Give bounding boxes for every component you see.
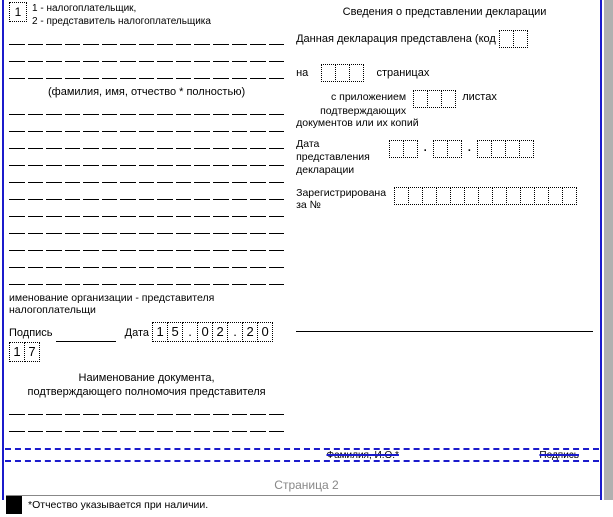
fio-caption: (фамилия, имя, отчество * полностью) xyxy=(9,86,284,98)
pages-row: на страницах xyxy=(296,64,593,82)
page-number: Страница 2 xyxy=(0,478,613,492)
footnote-bar: * Отчество указывается при наличии. xyxy=(6,495,600,513)
registration-row: Зарегистрирована за № xyxy=(296,187,593,211)
submitted-row: Данная декларация представлена (код xyxy=(296,30,593,48)
right-column: Сведения о представлении декларации Данн… xyxy=(290,0,599,470)
doc-title: Наименование документа, xyxy=(9,372,284,384)
declaration-date-row: Дата представления декларации . . xyxy=(296,138,593,177)
footnote-marker xyxy=(6,496,22,514)
attachments-block: с приложением подтверждающих листах доку… xyxy=(296,90,593,130)
dashed-separator-2 xyxy=(5,460,599,462)
org-caption: именование организации - представителя н… xyxy=(9,292,284,316)
left-column: 1 1 - налогоплательщик, 2 - представител… xyxy=(5,0,290,470)
right-bottom-line xyxy=(296,331,593,332)
taxpayer-legend: 1 - налогоплательщик, 2 - представитель … xyxy=(32,2,211,28)
taxpayer-code-box: 1 xyxy=(9,2,27,22)
right-title: Сведения о представлении декларации xyxy=(296,6,593,18)
doc-subtitle: подтверждающего полномочия представителя xyxy=(9,386,284,398)
dash-row xyxy=(9,35,284,45)
signature-date-row: Подпись Дата 15.02.2017 xyxy=(9,322,284,362)
signature-line xyxy=(56,330,116,342)
